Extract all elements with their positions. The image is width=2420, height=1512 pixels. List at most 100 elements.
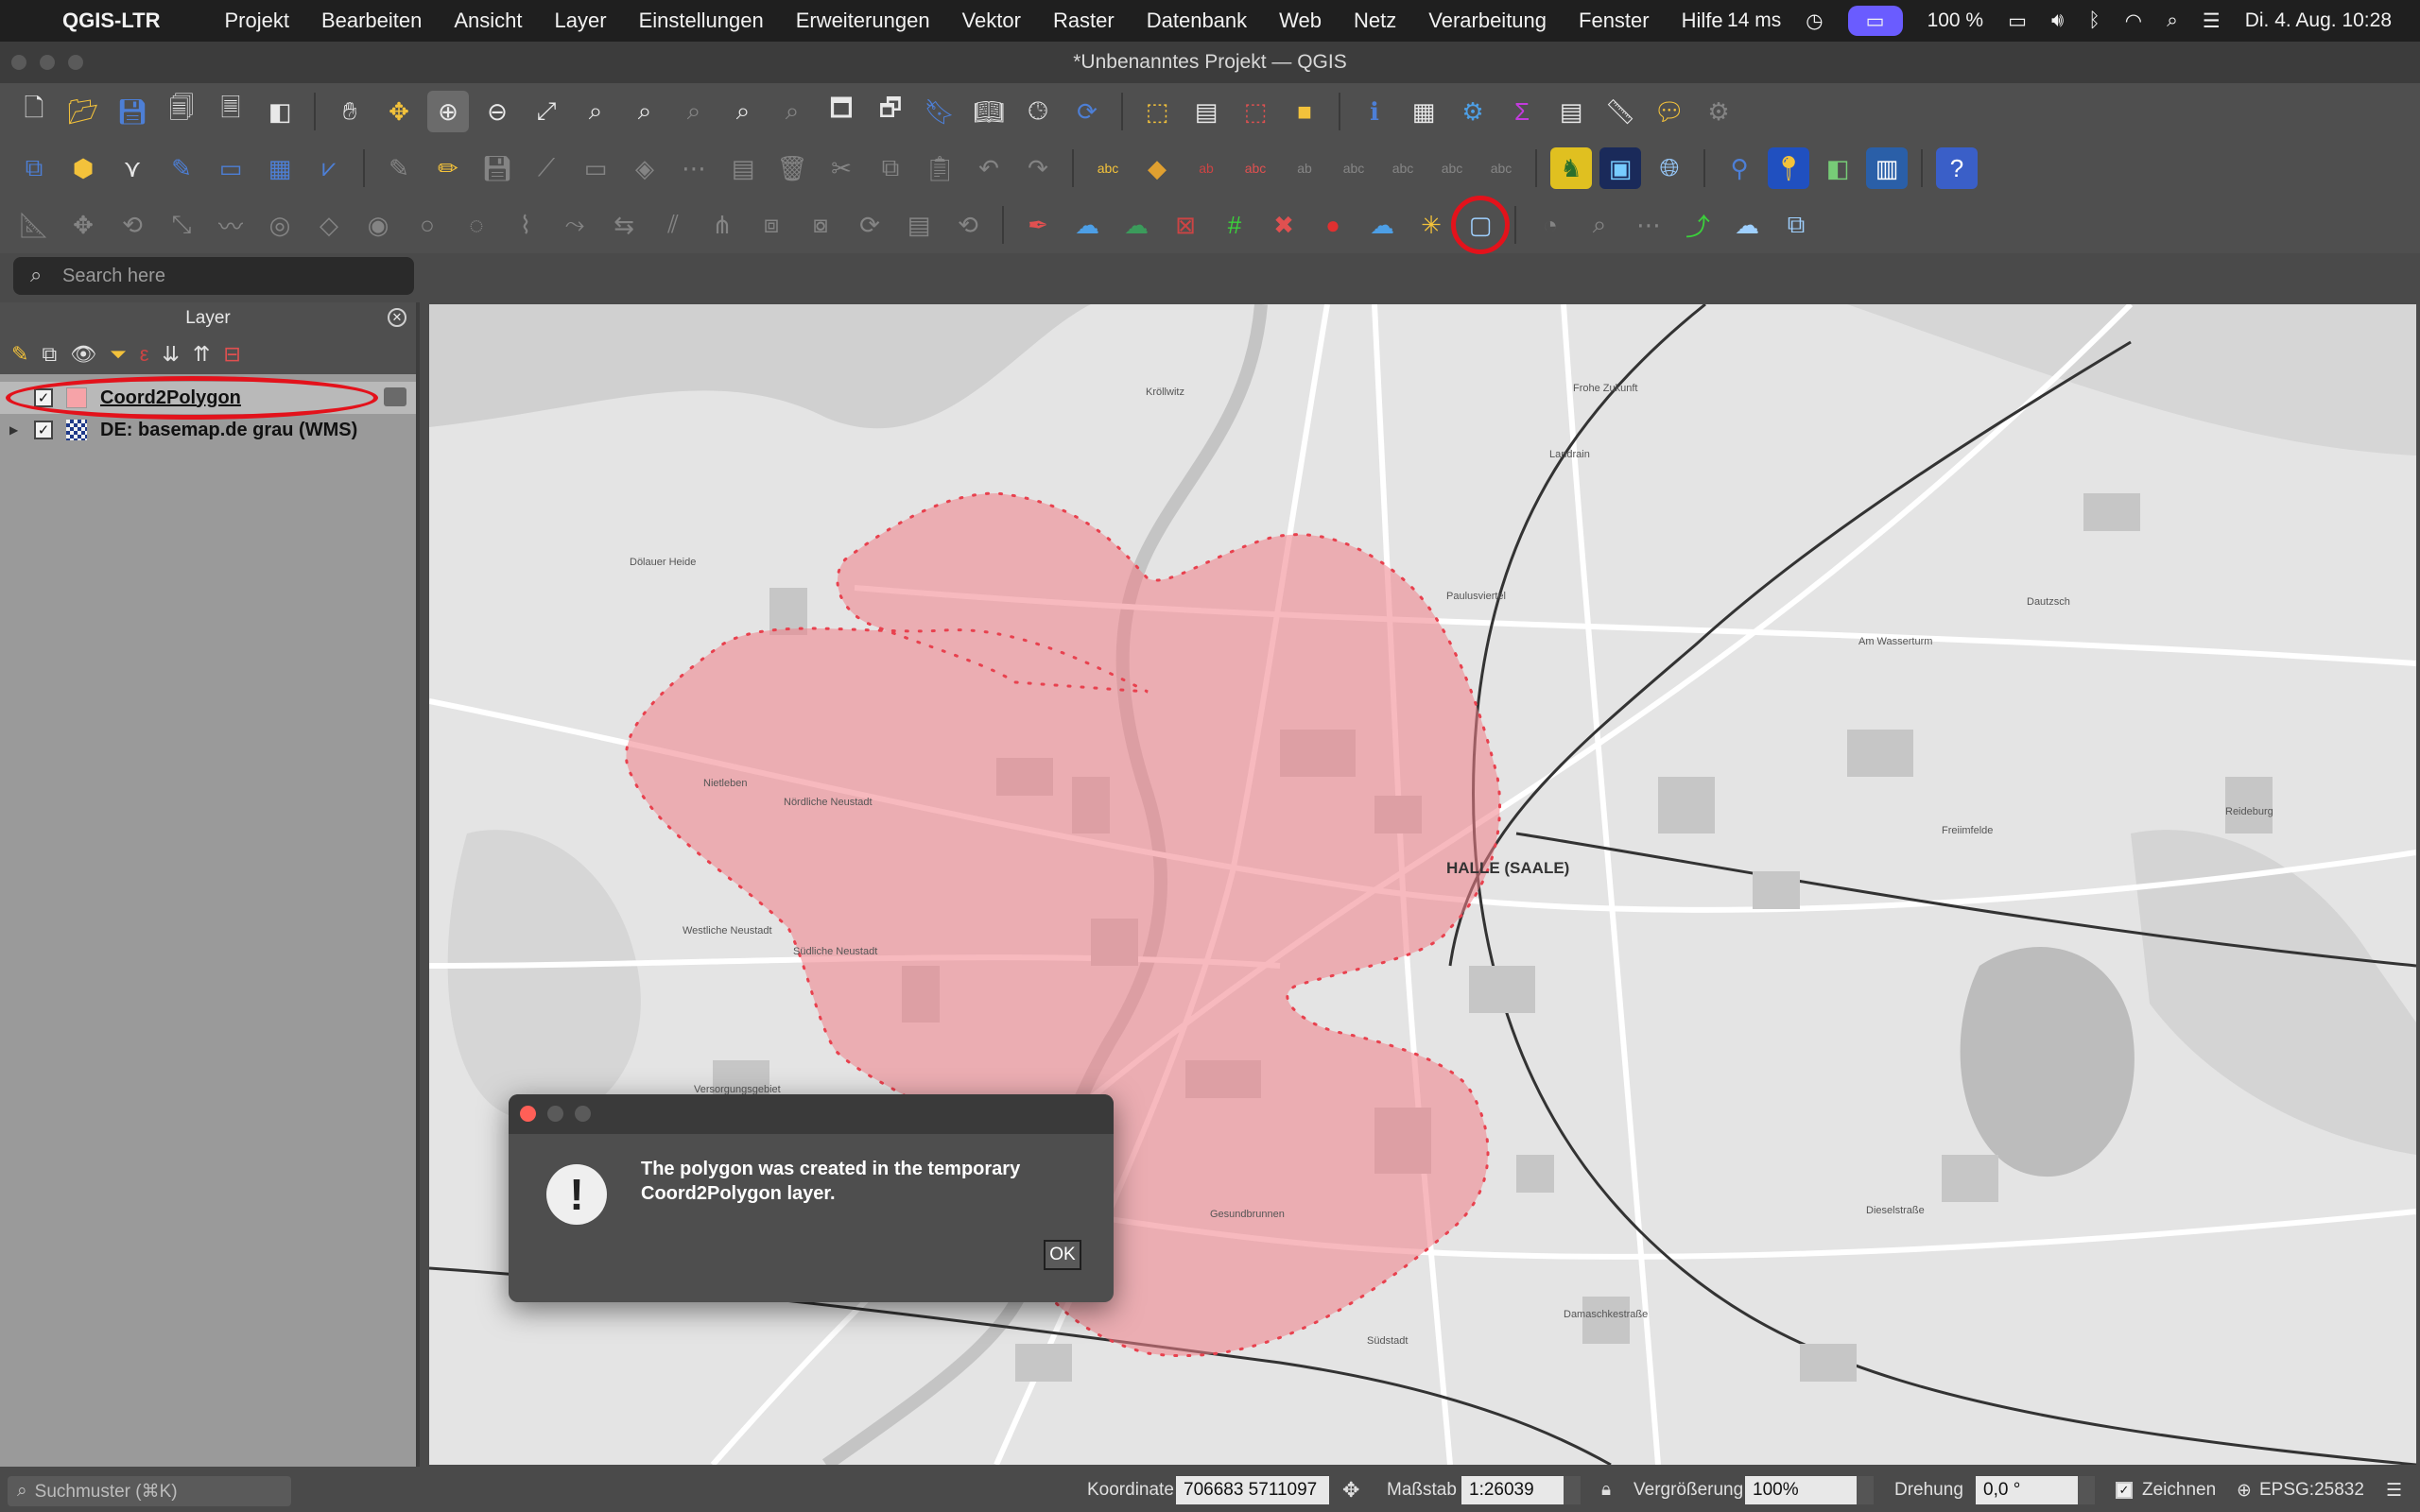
- zoom-next-icon[interactable]: ⌕: [771, 91, 813, 132]
- attribute-table-icon[interactable]: ▤: [1550, 91, 1592, 132]
- current-edits-icon[interactable]: ✎: [378, 147, 420, 189]
- reshape-icon[interactable]: ⌇: [505, 204, 546, 246]
- data-source-manager-icon[interactable]: ⧉: [13, 147, 55, 189]
- menu-fenster[interactable]: Fenster: [1579, 9, 1650, 33]
- plugin-red-circle-icon[interactable]: ●: [1312, 204, 1354, 246]
- layer-indicator-icon[interactable]: [384, 387, 406, 406]
- plugin-qgis-cloud-icon[interactable]: ▣: [1599, 147, 1641, 189]
- zoom-out-icon[interactable]: ⊖: [476, 91, 518, 132]
- plugin-pen-icon[interactable]: ✒︎: [1017, 204, 1059, 246]
- new-temporary-layer-icon[interactable]: ⩗: [308, 147, 350, 189]
- coord2polygon-icon[interactable]: ▢: [1451, 196, 1510, 254]
- style-manager-icon[interactable]: ◧: [259, 91, 301, 132]
- modify-attributes-icon[interactable]: ⋯: [673, 147, 715, 189]
- save-project-icon[interactable]: 💾︎: [112, 91, 153, 132]
- menu-einstellungen[interactable]: Einstellungen: [639, 9, 764, 33]
- ok-button[interactable]: OK: [1044, 1240, 1081, 1270]
- new-spatialite-layer-icon[interactable]: ✎: [161, 147, 202, 189]
- menu-datenbank[interactable]: Datenbank: [1147, 9, 1247, 33]
- select-by-location-icon[interactable]: ■: [1284, 91, 1325, 132]
- zoom-native-icon[interactable]: ⌕: [673, 91, 715, 132]
- simplify-icon[interactable]: 〰: [210, 204, 251, 246]
- advanced-digitizing-icon[interactable]: 📐︎: [13, 204, 55, 246]
- new-project-icon[interactable]: 🗋: [13, 91, 55, 132]
- cloud-remove-icon[interactable]: ⊠: [1165, 204, 1206, 246]
- plugin-crossed-icon[interactable]: ✖︎: [1263, 204, 1305, 246]
- close-panel-icon[interactable]: ✕: [388, 308, 406, 327]
- select-features-icon[interactable]: ⬚: [1136, 91, 1178, 132]
- dialog-minimize-button[interactable]: [547, 1106, 563, 1122]
- select-by-value-icon[interactable]: ▤: [1185, 91, 1227, 132]
- rotate-feature-icon[interactable]: ⟲: [112, 204, 153, 246]
- zoom-in-icon[interactable]: ⊕: [427, 91, 469, 132]
- undo-icon[interactable]: ↶: [968, 147, 1010, 189]
- new-virtual-layer-icon[interactable]: ▭: [210, 147, 251, 189]
- capture-coordinates-icon[interactable]: ⧉: [1775, 204, 1817, 246]
- edit-table-icon[interactable]: ▤: [722, 147, 764, 189]
- menu-erweiterungen[interactable]: Erweiterungen: [796, 9, 930, 33]
- locator-search-input[interactable]: ⌕ Suchmuster (⌘K): [8, 1476, 291, 1506]
- remove-layer-icon[interactable]: ⊟: [223, 342, 240, 367]
- expand-all-icon[interactable]: ⇊: [163, 342, 180, 367]
- delete-selected-icon[interactable]: 🗑︎: [771, 147, 813, 189]
- wifi-icon[interactable]: ◠: [2125, 9, 2142, 33]
- merge-features-icon[interactable]: ⧈: [751, 204, 792, 246]
- add-feature-icon[interactable]: ▭: [575, 147, 616, 189]
- cloud-settings-icon[interactable]: ☁︎: [1726, 204, 1768, 246]
- menu-bearbeiten[interactable]: Bearbeiten: [321, 9, 422, 33]
- grid-hash-icon[interactable]: #: [1214, 204, 1255, 246]
- menu-ansicht[interactable]: Ansicht: [454, 9, 522, 33]
- python-console-icon[interactable]: ⚲: [1719, 147, 1760, 189]
- menu-hilfe[interactable]: Hilfe: [1682, 9, 1723, 33]
- screen-mirroring-icon[interactable]: ▭: [1847, 6, 1903, 36]
- share-icon[interactable]: ⤴: [1677, 204, 1719, 246]
- pan-hand-icon[interactable]: ✋︎: [329, 91, 371, 132]
- merge-attributes-icon[interactable]: ⧇: [800, 204, 841, 246]
- move-label-icon[interactable]: abc: [1382, 147, 1424, 189]
- new-bookmark-icon[interactable]: 🔖︎: [919, 91, 960, 132]
- filter-by-expression-icon[interactable]: ε: [140, 342, 149, 367]
- map-tips-icon[interactable]: 💬︎: [1649, 91, 1690, 132]
- digitize-icon[interactable]: ⟋: [526, 147, 567, 189]
- temporal-controller-icon[interactable]: 🕒︎: [1017, 91, 1059, 132]
- redo-icon[interactable]: ↷: [1017, 147, 1059, 189]
- plugin-globe-icon[interactable]: 🌐︎: [1649, 147, 1690, 189]
- new-mesh-layer-icon[interactable]: ▦: [259, 147, 301, 189]
- help-icon[interactable]: ?: [1936, 147, 1978, 189]
- identify-features-icon[interactable]: ℹ: [1354, 91, 1395, 132]
- menubar-datetime[interactable]: Di. 4. Aug. 10:28: [2245, 9, 2392, 32]
- collapse-all-icon[interactable]: ⇈: [193, 342, 210, 367]
- locator-icon[interactable]: ⌕: [1579, 204, 1620, 246]
- pin-label-icon[interactable]: ab: [1284, 147, 1325, 189]
- plugin-cloud-icon[interactable]: ☁︎: [1361, 204, 1403, 246]
- bluetooth-icon[interactable]: ᛒ: [2088, 9, 2100, 32]
- new-print-layout-icon[interactable]: 🗐: [161, 91, 202, 132]
- zoom-to-layer-icon[interactable]: ⌕: [624, 91, 666, 132]
- crs-globe-icon[interactable]: ⊕: [2237, 1480, 2252, 1502]
- cut-features-icon[interactable]: ✂︎: [821, 147, 862, 189]
- add-ring-icon[interactable]: ◎: [259, 204, 301, 246]
- zoom-window-button[interactable]: [68, 55, 83, 70]
- new-shapefile-layer-icon[interactable]: ⋎: [112, 147, 153, 189]
- add-group-icon[interactable]: ⧉: [42, 342, 57, 367]
- zoom-last-icon[interactable]: ⌕: [722, 91, 764, 132]
- plugin-star-icon[interactable]: ✳︎: [1410, 204, 1452, 246]
- open-project-icon[interactable]: 📂︎: [62, 91, 104, 132]
- menu-netz[interactable]: Netz: [1354, 9, 1396, 33]
- deselect-all-icon[interactable]: ⬚: [1235, 91, 1276, 132]
- plugin-location-icon[interactable]: 📍︎: [1768, 147, 1809, 189]
- menu-vektor[interactable]: Vektor: [962, 9, 1021, 33]
- offset-curve-icon[interactable]: ⤳: [554, 204, 596, 246]
- cloud-sync-icon[interactable]: ☁︎: [1115, 204, 1157, 246]
- diagram-options-icon[interactable]: ◆: [1136, 147, 1178, 189]
- show-hide-label-icon[interactable]: abc: [1333, 147, 1374, 189]
- trim-extend-icon[interactable]: ⟲: [947, 204, 989, 246]
- highlight-pinned-labels-icon[interactable]: ab: [1185, 147, 1227, 189]
- expand-arrow-icon[interactable]: ▶: [9, 423, 18, 437]
- show-bookmarks-icon[interactable]: 📖︎: [968, 91, 1010, 132]
- layer-search-input[interactable]: ⌕ Search here: [13, 257, 414, 295]
- lock-scale-icon[interactable]: 🔒︎: [1601, 1480, 1611, 1501]
- delete-ring-icon[interactable]: ○: [406, 204, 448, 246]
- paste-features-icon[interactable]: 📋︎: [919, 147, 960, 189]
- rotation-spinbox[interactable]: 0,0 °: [1976, 1476, 2095, 1504]
